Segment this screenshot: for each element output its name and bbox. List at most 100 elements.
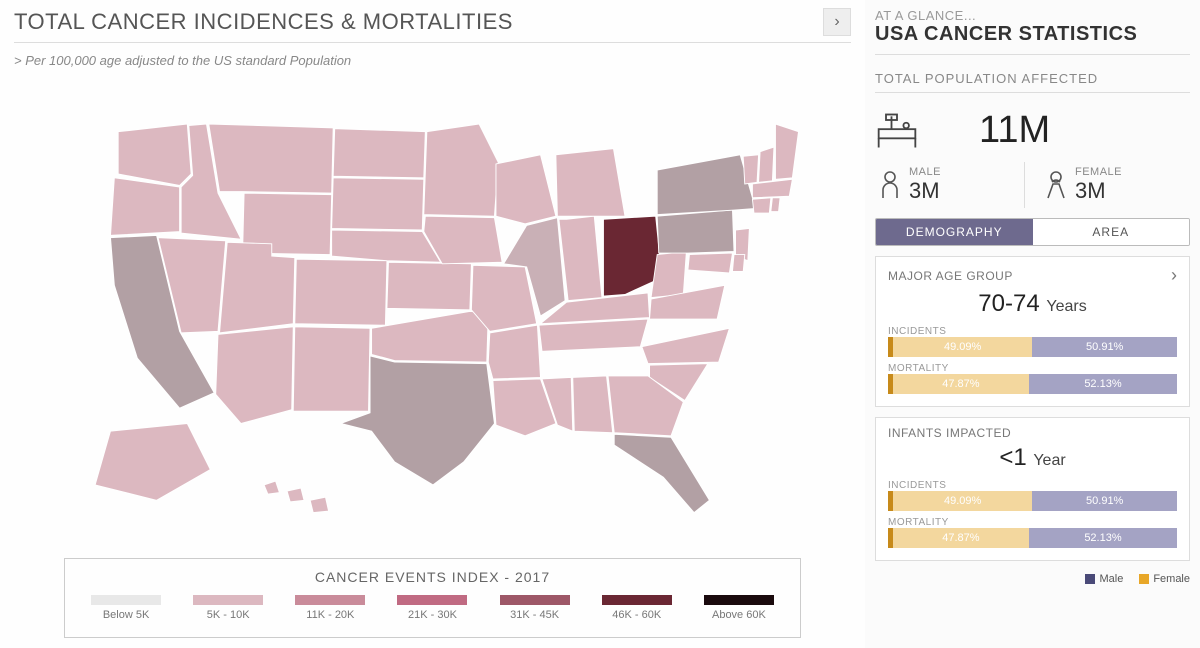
bar-mortality: 47.87%52.13% [888, 528, 1177, 548]
female-value: 3M [1075, 178, 1122, 204]
card-value: <1 Year [888, 444, 1177, 472]
legend-swatch [397, 595, 467, 605]
bar-seg-female: 49.09% [893, 491, 1032, 511]
state-PA[interactable] [657, 210, 734, 253]
state-OK[interactable] [371, 311, 488, 362]
demography-area-tabs: DEMOGRAPHY AREA [875, 218, 1190, 246]
us-map-container [14, 74, 851, 558]
total-pop-label: TOTAL POPULATION AFFECTED [875, 71, 1190, 86]
legend-item-0[interactable]: Below 5K [91, 595, 161, 621]
legend-item-6[interactable]: Above 60K [704, 595, 774, 621]
page-subtitle: > Per 100,000 age adjusted to the US sta… [14, 53, 851, 68]
legend-label: Above 60K [712, 609, 766, 621]
bar-seg-male: 52.13% [1029, 374, 1177, 394]
legend-swatch [193, 595, 263, 605]
state-WI[interactable] [495, 155, 555, 224]
male-label: MALE [909, 166, 941, 178]
state-NM[interactable] [293, 327, 370, 411]
state-NH[interactable] [758, 147, 773, 182]
state-AK[interactable] [95, 424, 210, 501]
male-female-row: MALE 3M FEMALE 3M [875, 162, 1190, 208]
state-ND[interactable] [333, 129, 425, 178]
state-NY[interactable] [657, 155, 755, 215]
legend-swatch [500, 595, 570, 605]
male-value: 3M [909, 178, 941, 204]
male-cell: MALE 3M [875, 162, 1024, 208]
bar-incidents: 49.09%50.91% [888, 337, 1177, 357]
state-CT[interactable] [752, 198, 770, 213]
female-label: FEMALE [1075, 166, 1122, 178]
state-OR[interactable] [110, 178, 179, 236]
legend-label: Below 5K [103, 609, 149, 621]
state-WA[interactable] [118, 124, 191, 185]
us-choropleth-map[interactable] [63, 101, 803, 531]
bar-incidents: 49.09%50.91% [888, 491, 1177, 511]
state-UT[interactable] [219, 242, 294, 333]
state-AZ[interactable] [215, 327, 293, 424]
state-CO[interactable] [294, 259, 386, 325]
state-ME[interactable] [775, 124, 798, 179]
state-TN[interactable] [538, 319, 647, 351]
state-VT[interactable] [743, 155, 758, 184]
bar-seg-male: 50.91% [1032, 491, 1177, 511]
state-MD[interactable] [687, 253, 732, 273]
collapse-sidebar-button[interactable]: › [823, 8, 851, 36]
legend-item-5[interactable]: 46K - 60K [602, 595, 672, 621]
tab-demography[interactable]: DEMOGRAPHY [876, 219, 1033, 245]
card-major-age: MAJOR AGE GROUP›70-74 YearsINCIDENTS49.0… [875, 256, 1190, 407]
chevron-right-icon[interactable]: › [1171, 265, 1177, 286]
state-SD[interactable] [331, 178, 423, 230]
state-NC[interactable] [641, 328, 729, 363]
legend-label: 46K - 60K [612, 609, 661, 621]
female-cell: FEMALE 3M [1024, 162, 1190, 208]
state-MI[interactable] [555, 149, 624, 217]
state-NE[interactable] [331, 230, 440, 262]
main-panel: TOTAL CANCER INCIDENCES & MORTALITIES › … [0, 0, 865, 648]
state-MO[interactable] [471, 265, 536, 331]
card-value: 70-74 Years [888, 290, 1177, 318]
tab-area[interactable]: AREA [1033, 219, 1190, 245]
bar-seg-male: 52.13% [1029, 528, 1177, 548]
bar-label: MORTALITY [888, 517, 1177, 528]
card-infants: INFANTS IMPACTED<1 YearINCIDENTS49.09%50… [875, 417, 1190, 561]
legend-label: 11K - 20K [306, 609, 354, 621]
legend-item-3[interactable]: 21K - 30K [397, 595, 467, 621]
state-AL[interactable] [572, 376, 612, 433]
state-HI[interactable] [264, 481, 329, 512]
female-icon [1043, 170, 1069, 200]
side-panel: AT A GLANCE... USA CANCER STATISTICS TOT… [865, 0, 1200, 648]
state-RI[interactable] [770, 198, 779, 212]
total-population-row: 11M [875, 109, 1190, 152]
state-DE[interactable] [732, 255, 744, 272]
legend-swatch [704, 595, 774, 605]
state-IN[interactable] [558, 216, 601, 300]
legend-male: Male [1085, 573, 1123, 585]
map-legend: CANCER EVENTS INDEX - 2017 Below 5K 5K - … [64, 558, 801, 638]
legend-label: 31K - 45K [510, 609, 559, 621]
bar-seg-male: 50.91% [1032, 337, 1177, 357]
glance-title: USA CANCER STATISTICS [875, 23, 1190, 46]
state-MT[interactable] [208, 124, 332, 193]
bar-seg-female: 49.09% [893, 337, 1032, 357]
legend-title: CANCER EVENTS INDEX - 2017 [75, 569, 790, 585]
legend-label: 5K - 10K [207, 609, 250, 621]
divider [14, 42, 851, 43]
divider [875, 54, 1190, 55]
chevron-right-icon: › [834, 13, 839, 31]
state-KS[interactable] [386, 262, 470, 310]
state-MN[interactable] [423, 124, 497, 216]
legend-item-1[interactable]: 5K - 10K [193, 595, 263, 621]
bar-seg-female: 47.87% [893, 528, 1029, 548]
divider [875, 92, 1190, 93]
hospital-bed-icon [875, 111, 919, 151]
legend-item-4[interactable]: 31K - 45K [500, 595, 570, 621]
state-FL[interactable] [614, 434, 709, 512]
cards-container: MAJOR AGE GROUP›70-74 YearsINCIDENTS49.0… [875, 256, 1190, 571]
state-WV[interactable] [651, 252, 686, 298]
legend-swatch [295, 595, 365, 605]
state-AR[interactable] [488, 325, 540, 379]
legend-item-2[interactable]: 11K - 20K [295, 595, 365, 621]
bar-seg-female: 47.87% [893, 374, 1029, 394]
bar-label: MORTALITY [888, 363, 1177, 374]
total-population-value: 11M [979, 109, 1050, 152]
